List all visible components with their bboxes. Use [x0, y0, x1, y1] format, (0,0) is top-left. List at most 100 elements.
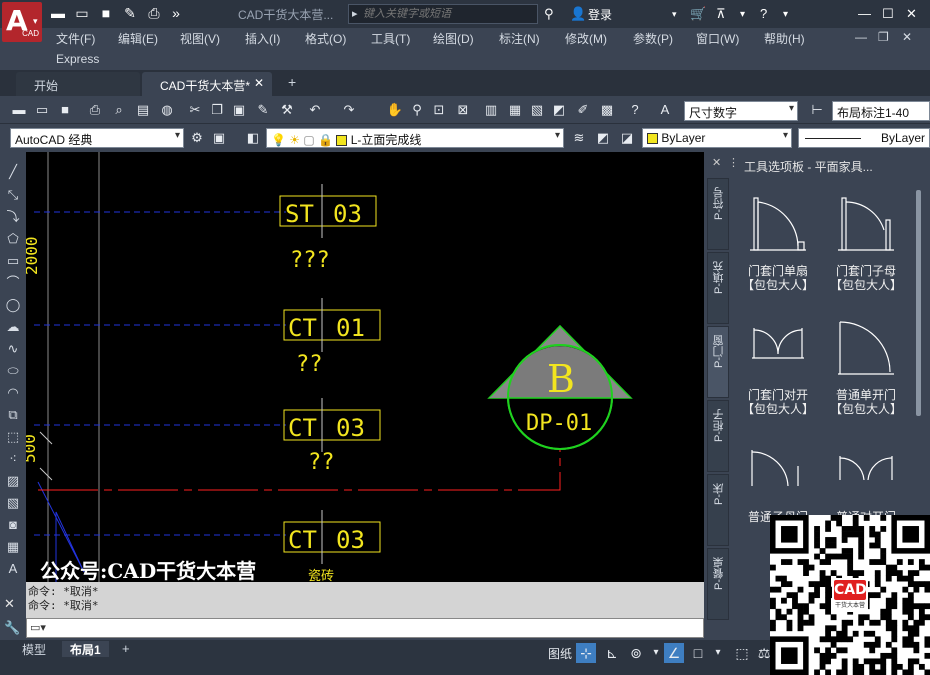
line-icon[interactable]: ╱ — [4, 163, 22, 181]
ellipse-icon[interactable]: ⬭ — [4, 362, 22, 380]
make-block-icon[interactable]: ⬚ — [4, 428, 22, 446]
open-folder-icon[interactable]: ▭ — [74, 5, 90, 21]
paper-space-toggle[interactable]: 图纸 — [548, 645, 572, 662]
menu-express[interactable]: Express — [56, 52, 99, 66]
zoom-window-icon[interactable]: ⊡ — [430, 101, 448, 119]
menu-parameters[interactable]: 参数(P) — [633, 30, 673, 47]
palette-tab-cabinets[interactable]: P-柜子 — [707, 400, 729, 472]
tab-layout1[interactable]: 布局1 — [62, 641, 109, 657]
layout-dim-select[interactable]: 布局标注1-40 — [832, 101, 930, 121]
maximize-icon[interactable]: ☐ — [882, 6, 894, 22]
gradient-icon[interactable]: ▧ — [4, 494, 22, 512]
properties-icon[interactable]: ▥ — [482, 101, 500, 119]
menu-tools[interactable]: 工具(T) — [371, 30, 410, 47]
doc-close-icon[interactable]: ✕ — [902, 30, 912, 44]
sheet-set-icon[interactable]: ◩ — [550, 101, 568, 119]
qnew-icon[interactable]: ▬ — [10, 101, 28, 119]
workspace-select[interactable]: AutoCAD 经典 ▾ — [10, 128, 184, 148]
palette-tab-tables[interactable]: P-餐桌 — [707, 548, 729, 620]
ortho-icon[interactable]: ⊾ — [602, 643, 622, 663]
connect-dropdown-icon[interactable]: ▾ — [740, 9, 745, 20]
open-icon[interactable]: ▭ — [33, 101, 51, 119]
palette-item-single-door[interactable] — [836, 318, 896, 381]
undo-icon[interactable]: ↶ — [306, 101, 324, 119]
make-current-layer-icon[interactable]: ≋ — [570, 129, 588, 147]
osnap-icon[interactable]: ∠ — [664, 643, 684, 663]
circle-icon[interactable]: ◯ — [4, 296, 22, 314]
paste-icon[interactable]: ▣ — [230, 101, 248, 119]
command-input[interactable] — [57, 620, 697, 636]
arc-icon[interactable]: ⌒ — [4, 274, 22, 292]
save-icon[interactable]: ■ — [98, 5, 114, 21]
doc-minimize-icon[interactable]: — — [855, 30, 867, 44]
cart-icon[interactable]: 🛒 — [690, 6, 706, 22]
polar-dropdown-icon[interactable]: ▾ — [646, 643, 666, 663]
palette-item-single-door-frame[interactable] — [748, 190, 808, 257]
layer-select[interactable]: 💡 ☀ ▢ 🔒 L-立面完成线 ▾ — [266, 128, 564, 148]
color-select[interactable]: ByLayer ▾ — [642, 128, 792, 148]
command-prompt-icon[interactable]: ▭▾ — [30, 621, 46, 634]
selection-cycling-icon[interactable]: ⬚ — [732, 643, 752, 663]
palette-item-double-door-frame[interactable] — [748, 318, 808, 371]
menu-format[interactable]: 格式(O) — [305, 30, 346, 47]
menu-dimension[interactable]: 标注(N) — [499, 30, 540, 47]
construction-line-icon[interactable]: ⤡ — [4, 186, 22, 204]
menu-view[interactable]: 视图(V) — [180, 30, 220, 47]
ellipse-arc-icon[interactable]: ◠ — [4, 384, 22, 402]
osnap-dropdown-icon[interactable]: ▾ — [708, 643, 728, 663]
search-box[interactable]: ▸ — [348, 4, 538, 24]
palette-item-double-door[interactable] — [836, 446, 896, 497]
help-dropdown-icon[interactable]: ▾ — [783, 9, 788, 20]
palette-tab-symbols[interactable]: P-符号 — [707, 178, 729, 250]
menu-modify[interactable]: 修改(M) — [565, 30, 607, 47]
region-icon[interactable]: ◙ — [4, 516, 22, 534]
zoom-realtime-icon[interactable]: ⚲ — [408, 101, 426, 119]
user-icon[interactable]: 👤 — [570, 6, 586, 22]
drawing-canvas[interactable]: 2000 500 ST 03 ??? CT 01 ?? CT 03 ?? CT … — [20, 152, 704, 584]
new-tab-icon[interactable]: + — [288, 74, 296, 90]
polyline-icon[interactable]: ⤵ — [4, 208, 22, 226]
block-editor-icon[interactable]: ⚒ — [278, 101, 296, 119]
close-icon[interactable]: ✕ — [906, 6, 917, 22]
tab-start[interactable]: 开始 — [16, 72, 140, 96]
copy-icon[interactable]: ❐ — [208, 101, 226, 119]
pan-icon[interactable]: ✋ — [386, 101, 404, 119]
palette-menu-icon[interactable]: ⋮ — [728, 156, 739, 169]
design-center-icon[interactable]: ▦ — [506, 101, 524, 119]
table-icon[interactable]: ▦ — [4, 538, 22, 556]
app-menu-arrow-icon[interactable]: ▾ — [33, 16, 38, 27]
doc-restore-icon[interactable]: ❐ — [878, 30, 889, 44]
command-line[interactable]: ▭▾ — [26, 618, 704, 638]
layer-state-icon[interactable]: ◪ — [618, 129, 636, 147]
palette-scrollbar[interactable] — [916, 190, 921, 416]
match-properties-icon[interactable]: ✎ — [254, 101, 272, 119]
tab-close-icon[interactable]: ✕ — [254, 76, 264, 90]
print-icon[interactable]: ⎙ — [146, 5, 162, 21]
palette-tab-doors[interactable]: P-门窗 — [707, 326, 729, 398]
more-commands-icon[interactable]: » — [168, 5, 184, 21]
save-as-icon[interactable]: ✎ — [122, 5, 138, 21]
linetype-select[interactable]: ByLayer — [798, 128, 930, 148]
tab-document[interactable]: CAD干货大本营* ✕ — [142, 72, 272, 96]
grid-icon[interactable]: ⊹ — [576, 643, 596, 663]
dim-style-icon[interactable]: ⊢ — [808, 101, 826, 119]
tab-model[interactable]: 模型 — [14, 641, 54, 657]
polar-icon[interactable]: ⊚ — [626, 643, 646, 663]
drawing-svg[interactable]: 2000 500 ST 03 ??? CT 01 ?? CT 03 ?? CT … — [20, 152, 704, 584]
search-input[interactable] — [363, 6, 533, 22]
point-icon[interactable]: ⁖ — [4, 450, 22, 468]
palette-close-icon[interactable]: ✕ — [712, 156, 721, 169]
text-style-icon[interactable]: A — [656, 101, 674, 119]
help-icon[interactable]: ? — [760, 6, 767, 21]
help-toolbar-icon[interactable]: ? — [626, 101, 644, 119]
hatch-icon[interactable]: ▨ — [4, 472, 22, 490]
cut-icon[interactable]: ✂ — [186, 101, 204, 119]
menu-window[interactable]: 窗口(W) — [696, 30, 739, 47]
login-button[interactable]: 登录 — [588, 6, 612, 23]
customize-icon[interactable]: ▣ — [210, 129, 228, 147]
snap-object-icon[interactable]: □ — [688, 643, 708, 663]
palette-item-mother-door[interactable] — [748, 446, 808, 497]
menu-edit[interactable]: 编辑(E) — [118, 30, 158, 47]
add-layout-icon[interactable]: + — [122, 641, 130, 656]
spline-icon[interactable]: ∿ — [4, 340, 22, 358]
